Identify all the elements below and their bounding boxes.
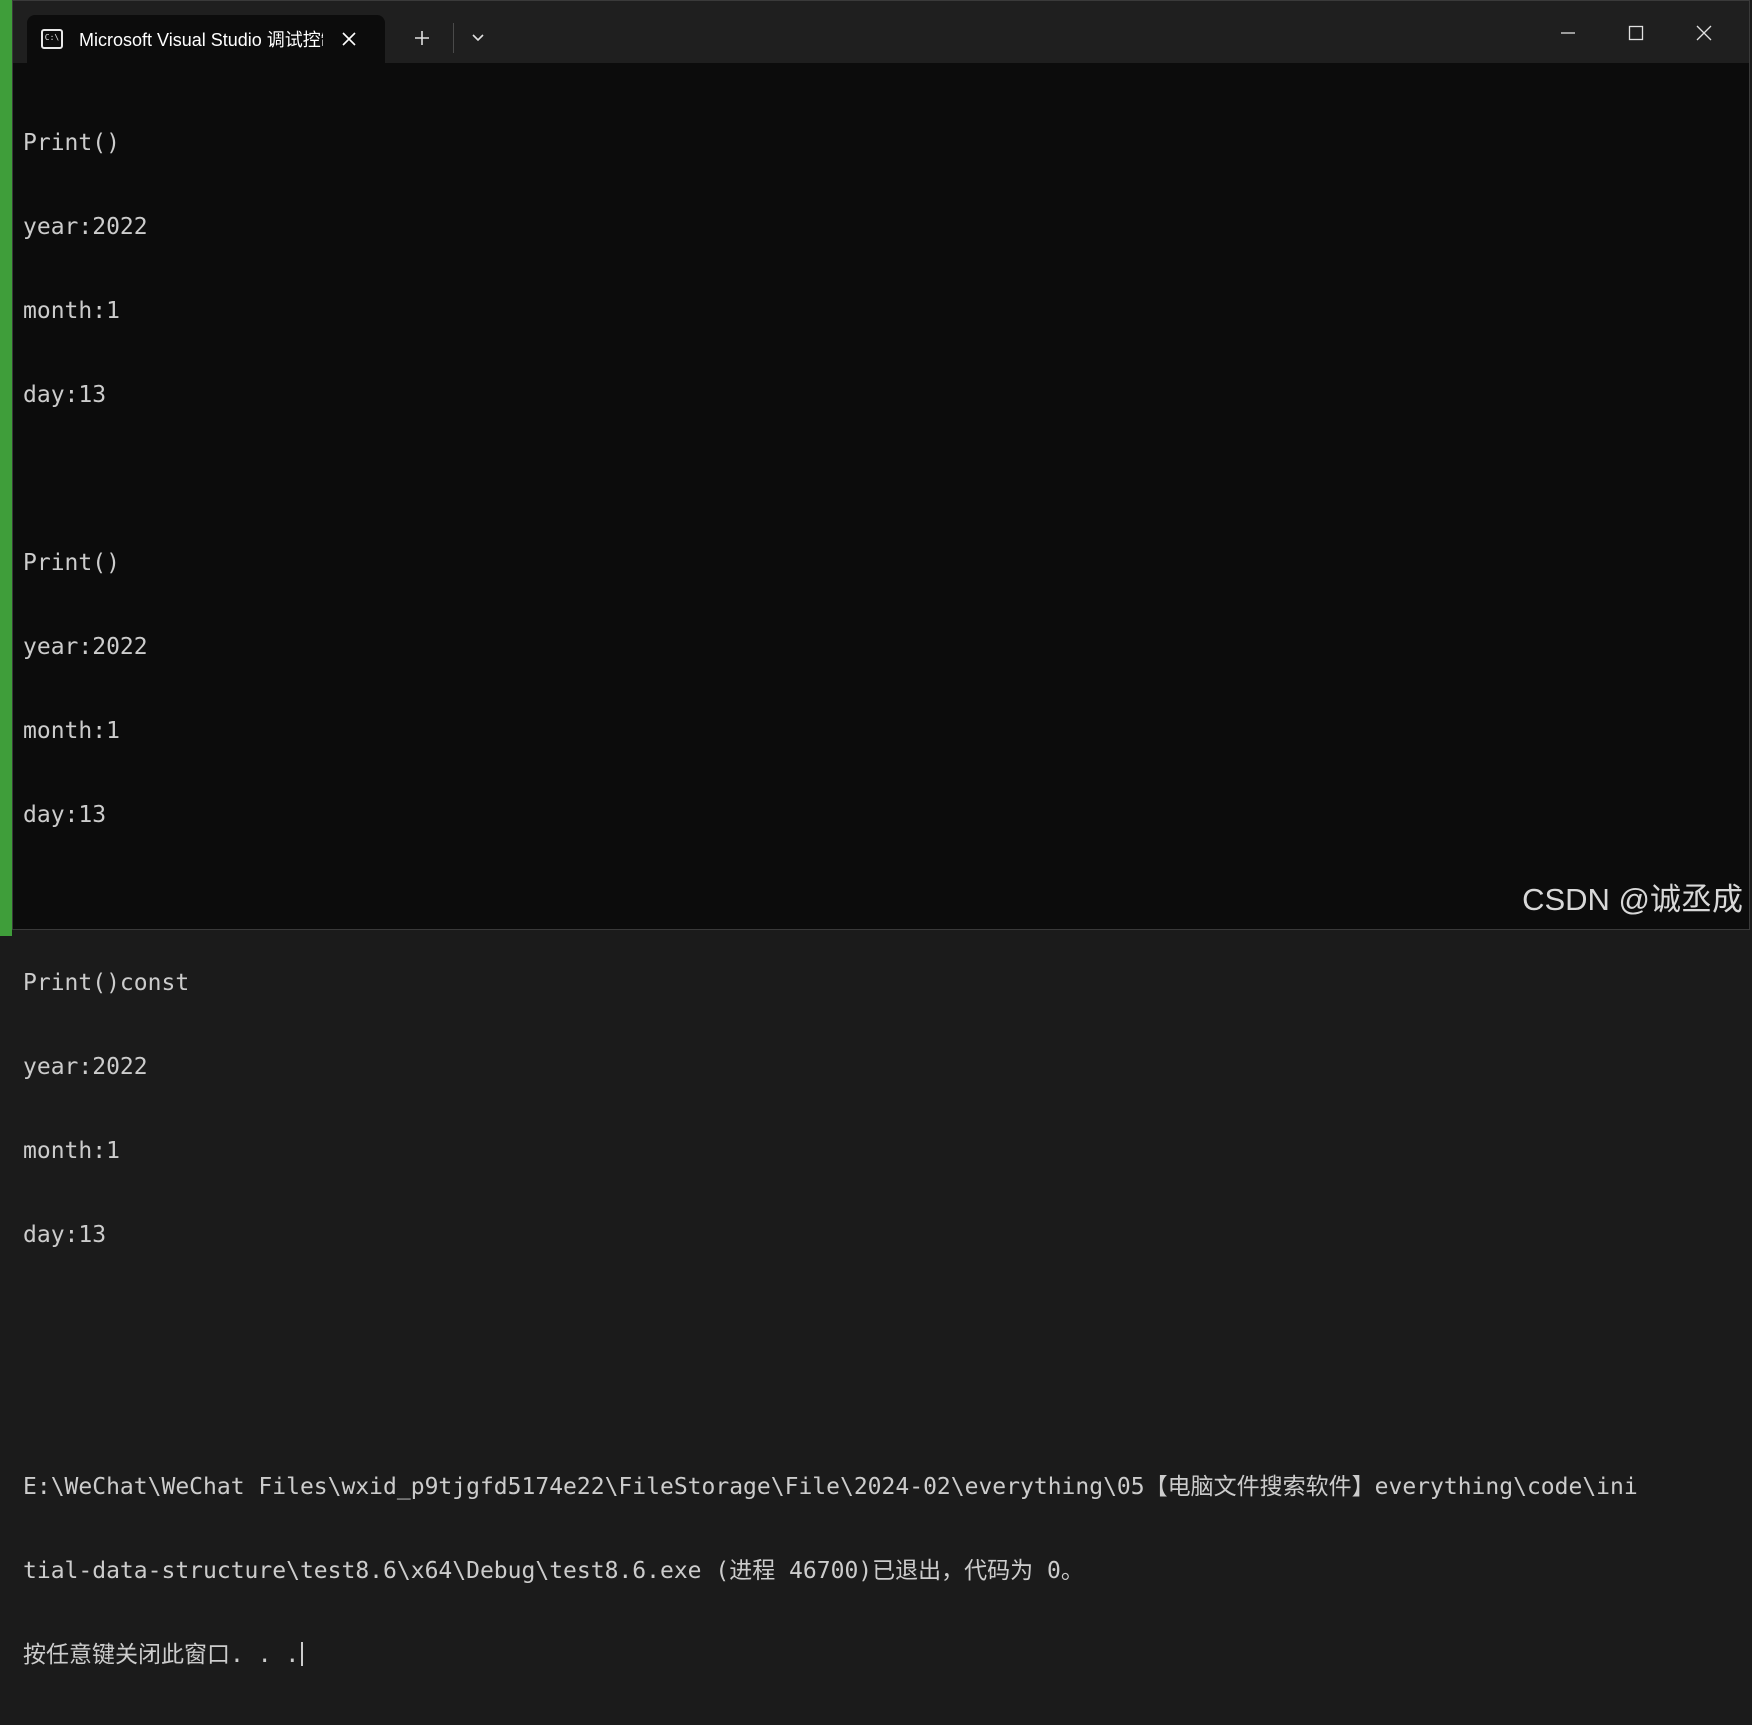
minimize-icon	[1561, 32, 1575, 34]
tab-close-button[interactable]	[337, 27, 361, 51]
watermark: CSDN @诚丞成	[1522, 882, 1743, 917]
title-bar[interactable]: C:\ Microsoft Visual Studio 调试控制台	[13, 1, 1749, 63]
console-line: E:\WeChat\WeChat Files\wxid_p9tjgfd5174e…	[23, 1474, 1638, 1500]
terminal-window: C:\ Microsoft Visual Studio 调试控制台	[12, 0, 1750, 1668]
console-line: month:1	[23, 718, 120, 744]
tab-debug-console[interactable]: C:\ Microsoft Visual Studio 调试控制台	[27, 15, 385, 63]
background-strip	[0, 0, 12, 936]
console-prompt-text: 按任意键关闭此窗口. . .	[23, 1642, 300, 1668]
console-line: Print()	[23, 550, 120, 576]
close-icon	[1696, 25, 1712, 41]
tab-separator	[453, 23, 454, 53]
maximize-icon	[1628, 25, 1644, 41]
console-line: month:1	[23, 298, 120, 324]
console-line: year:2022	[23, 634, 148, 660]
console-icon: C:\	[41, 29, 63, 49]
console-line: Print()const	[23, 970, 190, 996]
console-line: Print()	[23, 130, 120, 156]
minimize-button[interactable]	[1545, 13, 1591, 53]
console-line: month:1	[23, 1138, 120, 1164]
console-output[interactable]: Print() year:2022 month:1 day:13 Print()…	[23, 73, 1723, 1725]
console-line: year:2022	[23, 214, 148, 240]
plus-icon	[415, 31, 429, 45]
console-line-prompt: 按任意键关闭此窗口. . .	[23, 1641, 1723, 1669]
console-line: day:13	[23, 382, 107, 408]
text-cursor	[301, 1642, 304, 1666]
chevron-down-icon	[472, 34, 484, 42]
console-line: tial-data-structure\test8.6\x64\Debug\te…	[23, 1558, 1084, 1584]
maximize-button[interactable]	[1613, 13, 1659, 53]
tab-dropdown-button[interactable]	[461, 21, 495, 55]
close-icon	[342, 32, 356, 46]
console-line: day:13	[23, 1222, 107, 1248]
close-window-button[interactable]	[1681, 13, 1727, 53]
console-line: year:2022	[23, 1054, 148, 1080]
console-line: day:13	[23, 802, 107, 828]
tab-title: Microsoft Visual Studio 调试控制台	[79, 30, 323, 50]
new-tab-button[interactable]	[405, 21, 439, 55]
